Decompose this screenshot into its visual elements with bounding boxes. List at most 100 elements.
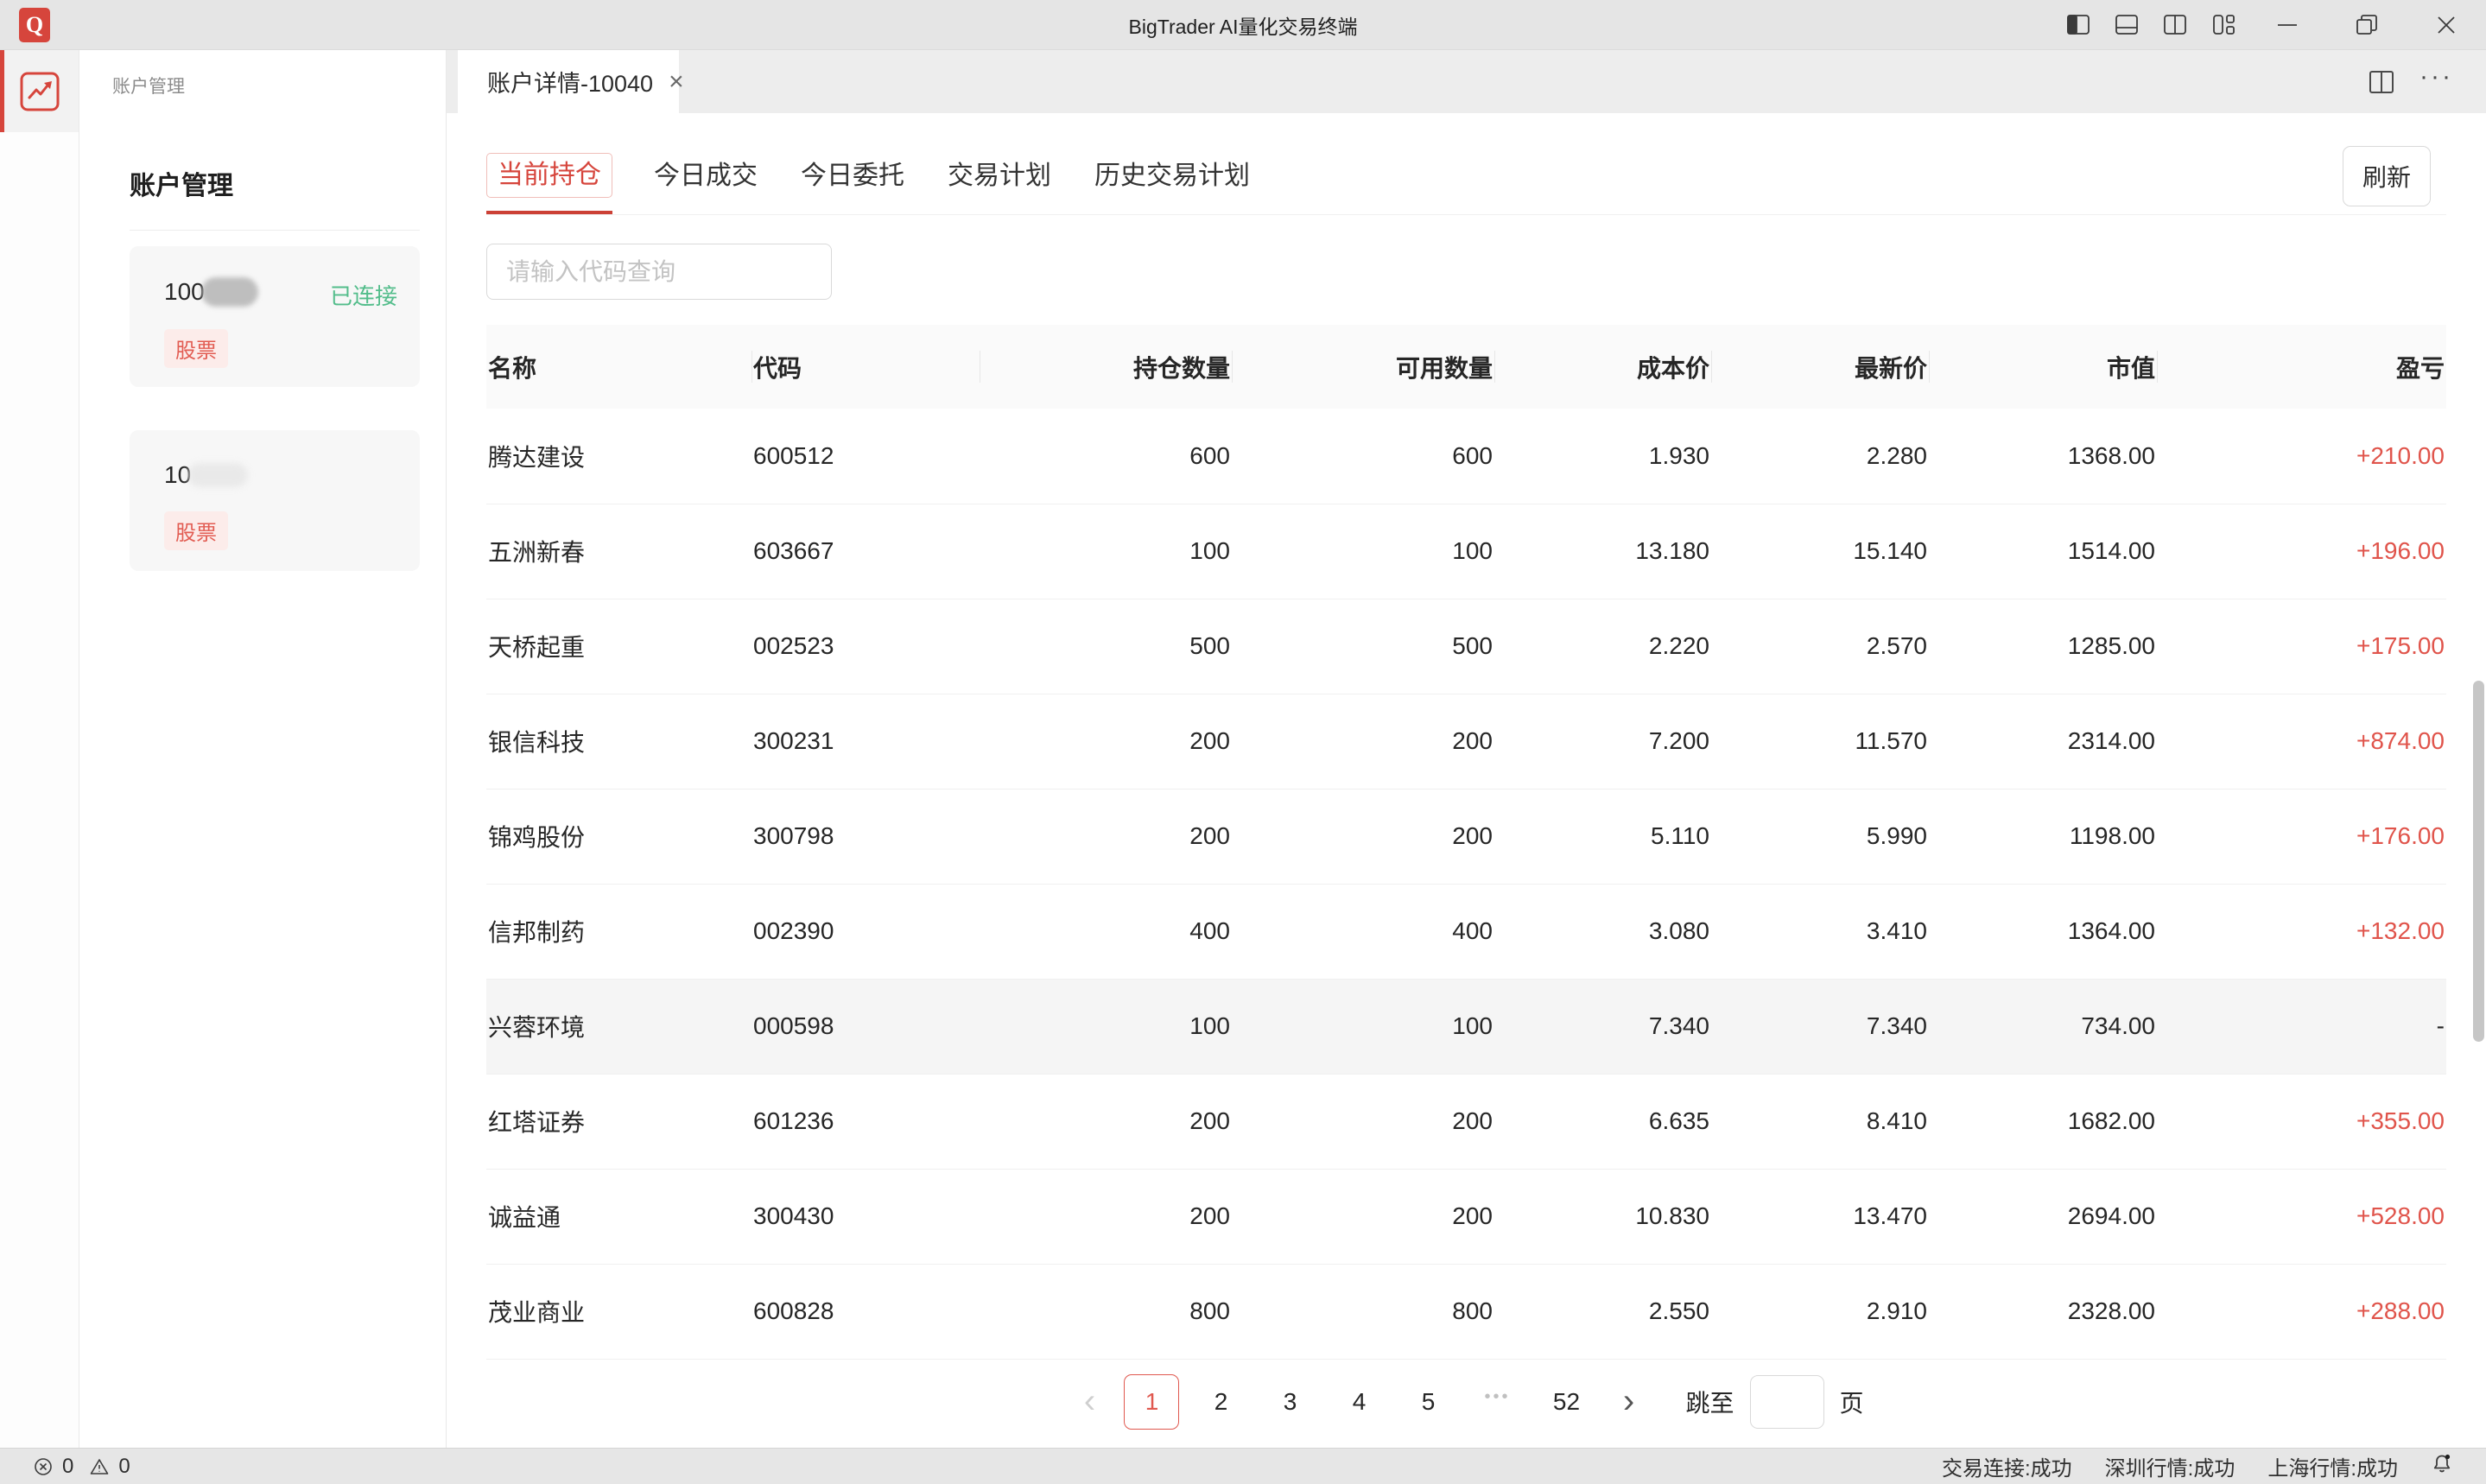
nav-rail [0, 50, 79, 1448]
cell-market-value: 1682.00 [1929, 1074, 2157, 1170]
code-search-input[interactable] [486, 244, 832, 300]
cell-last: 3.410 [1711, 884, 1929, 980]
view-tab-5[interactable]: 历史交易计划 [1093, 154, 1252, 199]
table-row[interactable]: 腾达建设 600512 600 600 1.930 2.280 1368.00 +210.00 [486, 409, 2446, 504]
cell-name: 诚益通 [486, 1169, 752, 1265]
close-button[interactable] [2407, 0, 2486, 50]
pagination-jump: 跳至 页 [1685, 1374, 1864, 1429]
refresh-button[interactable]: 刷新 [2343, 146, 2431, 206]
account-list: 100 已连接 股票 10 股票 [112, 246, 420, 571]
table-row[interactable]: 五洲新春 603667 100 100 13.180 15.140 1514.00 +196.… [486, 504, 2446, 599]
error-count: 0 [62, 1454, 74, 1478]
jump-unit-label: 页 [1839, 1389, 1864, 1417]
cell-cost: 2.220 [1494, 599, 1711, 694]
split-view-icon[interactable] [2369, 70, 2394, 93]
document-tab-account-detail[interactable]: 账户详情-10040 × [458, 50, 684, 113]
cell-code: 300231 [752, 694, 980, 790]
table-row[interactable]: 红塔证券 601236 200 200 6.635 8.410 1682.00 +355.00 [486, 1074, 2446, 1170]
restore-button[interactable] [2327, 0, 2407, 50]
connection-status: 交易连接:成功 [1941, 1457, 2072, 1481]
cell-pnl: +355.00 [2157, 1074, 2446, 1170]
cell-code: 300430 [752, 1169, 980, 1265]
cell-available: 500 [1232, 599, 1494, 694]
cell-code: 600512 [752, 409, 980, 504]
positions-table: 名称 代码 持仓数量 可用数量 成本价 最新价 市值 盈亏 腾达建设 600512 600 600 1… [486, 325, 2446, 1360]
table-row[interactable]: 兴蓉环境 000598 100 100 7.340 7.340 734.00- [486, 979, 2446, 1075]
cell-name: 银信科技 [486, 694, 752, 790]
layout-panel-left-icon[interactable] [2054, 0, 2102, 50]
statusbar: 0 0 交易连接:成功 深圳行情:成功 上海行情:成功 [0, 1448, 2486, 1484]
jump-page-input[interactable] [1749, 1374, 1824, 1429]
account-card[interactable]: 100 已连接 股票 [130, 246, 420, 387]
warning-triangle-icon [91, 1458, 109, 1474]
layout-split-vertical-icon[interactable] [2151, 0, 2199, 50]
vertical-scrollbar-thumb[interactable] [2473, 681, 2484, 1042]
table-row[interactable]: 诚益通 300430 200 200 10.830 13.470 2694.00 +528.0… [486, 1169, 2446, 1265]
cell-cost: 2.550 [1494, 1264, 1711, 1360]
account-id: 10 [164, 461, 399, 489]
table-row[interactable]: 锦鸡股份 300798 200 200 5.110 5.990 1198.00 +176.00 [486, 789, 2446, 885]
sidebar-divider [130, 230, 420, 231]
account-card[interactable]: 10 股票 [130, 430, 420, 571]
cell-pnl: +132.00 [2157, 884, 2446, 980]
table-row[interactable]: 银信科技 300231 200 200 7.200 11.570 2314.00 +874.0… [486, 694, 2446, 790]
pagination-page-52[interactable]: 52 [1538, 1373, 1595, 1430]
error-circle-icon [35, 1457, 52, 1475]
tab-close-icon[interactable]: × [669, 68, 684, 95]
document-tabstrip: 账户详情-10040 × ··· [447, 50, 2486, 113]
cell-market-value: 2328.00 [1929, 1264, 2157, 1360]
sidebar-section-label: 账户管理 [112, 77, 185, 97]
cell-name: 锦鸡股份 [486, 789, 752, 885]
app-logo: Q [19, 8, 50, 42]
cell-last: 13.470 [1711, 1169, 1929, 1265]
cell-available: 200 [1232, 789, 1494, 885]
pagination-page-1[interactable]: 1 [1124, 1373, 1180, 1430]
cell-last: 2.570 [1711, 599, 1929, 694]
cell-name: 红塔证券 [486, 1074, 752, 1170]
pagination-page-5[interactable]: 5 [1400, 1373, 1456, 1430]
cell-market-value: 1368.00 [1929, 409, 2157, 504]
nav-rail-item-accounts[interactable] [0, 50, 79, 132]
column-header: 最新价 [1711, 325, 1929, 409]
pagination-page-3[interactable]: 3 [1262, 1373, 1318, 1430]
pagination-page-4[interactable]: 4 [1331, 1373, 1387, 1430]
cell-name: 五洲新春 [486, 504, 752, 599]
table-row[interactable]: 信邦制药 002390 400 400 3.080 3.410 1364.00 +132.00 [486, 884, 2446, 980]
layout-panel-bottom-icon[interactable] [2102, 0, 2151, 50]
layout-grid-icon[interactable] [2199, 0, 2248, 50]
column-header: 可用数量 [1232, 325, 1494, 409]
cell-qty: 600 [980, 409, 1232, 504]
view-tab-1[interactable]: 当前持仓 [486, 153, 612, 214]
cell-available: 600 [1232, 409, 1494, 504]
cell-cost: 7.200 [1494, 694, 1711, 790]
view-tab-3[interactable]: 今日委托 [799, 154, 906, 199]
cell-available: 200 [1232, 1169, 1494, 1265]
notification-bell-icon[interactable] [2431, 1452, 2453, 1481]
cell-name: 信邦制药 [486, 884, 752, 980]
titlebar: Q BigTrader AI量化交易终端 [0, 0, 2486, 50]
sidebar-heading: 账户管理 [130, 172, 233, 200]
minimize-button[interactable] [2248, 0, 2327, 50]
cell-qty: 500 [980, 599, 1232, 694]
cell-last: 15.140 [1711, 504, 1929, 599]
cell-pnl: +176.00 [2157, 789, 2446, 885]
cell-available: 400 [1232, 884, 1494, 980]
pagination-page-2[interactable]: 2 [1193, 1373, 1249, 1430]
cell-qty: 200 [980, 1169, 1232, 1265]
view-tab-4[interactable]: 交易计划 [946, 154, 1053, 199]
cell-code: 603667 [752, 504, 980, 599]
problems-summary[interactable]: 0 0 [33, 1455, 130, 1479]
cell-qty: 200 [980, 1074, 1232, 1170]
cell-cost: 1.930 [1494, 409, 1711, 504]
cell-cost: 3.080 [1494, 884, 1711, 980]
cell-market-value: 1514.00 [1929, 504, 2157, 599]
table-row[interactable]: 天桥起重 002523 500 500 2.220 2.570 1285.00 +175.00 [486, 599, 2446, 694]
table-row[interactable]: 茂业商业 600828 800 800 2.550 2.910 2328.00 +288.00 [486, 1264, 2446, 1360]
more-options-icon[interactable]: ··· [2419, 63, 2453, 89]
pagination-next-icon[interactable]: › [1608, 1374, 1649, 1430]
pagination-prev-icon[interactable]: ‹ [1069, 1374, 1110, 1430]
cell-qty: 800 [980, 1264, 1232, 1360]
cell-available: 800 [1232, 1264, 1494, 1360]
view-tab-2[interactable]: 今日成交 [652, 154, 759, 199]
cell-market-value: 1364.00 [1929, 884, 2157, 980]
